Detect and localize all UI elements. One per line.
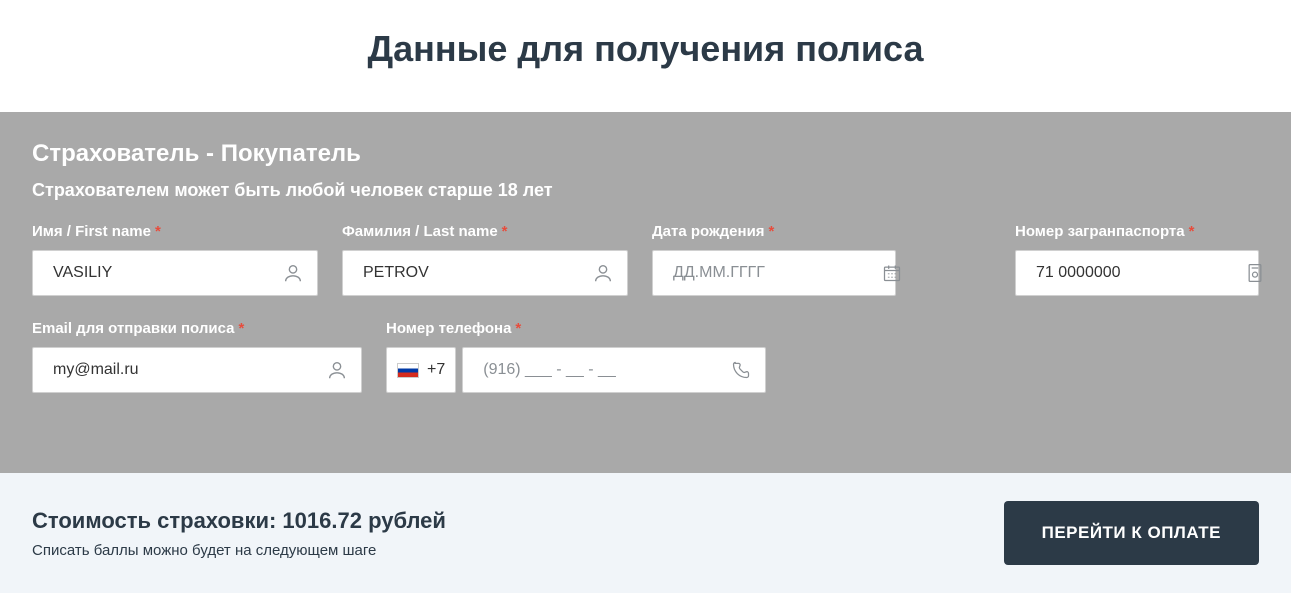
required-asterisk: * (515, 320, 521, 337)
phone-label-text: Номер телефона (386, 320, 511, 337)
passport-field-group: Номер загранпаспорта* (1015, 223, 1259, 296)
birth-date-label-text: Дата рождения (652, 223, 765, 240)
birth-date-input[interactable] (673, 251, 880, 295)
phone-input[interactable] (483, 348, 729, 392)
required-asterisk: * (502, 223, 508, 240)
email-label-text: Email для отправки полиса (32, 320, 234, 337)
phone-prefix-text: +7 (427, 361, 445, 379)
birth-date-input-wrap[interactable] (652, 250, 896, 296)
passport-input[interactable] (1036, 251, 1243, 295)
first-name-label: Имя / First name* (32, 223, 318, 240)
passport-label-text: Номер загранпаспорта (1015, 223, 1185, 240)
first-name-input[interactable] (53, 251, 281, 295)
email-field-group: Email для отправки полиса* (32, 320, 362, 393)
required-asterisk: * (238, 320, 244, 337)
price-value: 1016.72 (282, 508, 362, 533)
footer-bar: Стоимость страховки: 1016.72 рублей Спис… (0, 473, 1291, 593)
phone-field-group: Номер телефона* +7 (386, 320, 766, 393)
proceed-to-payment-button[interactable]: ПЕРЕЙТИ К ОПЛАТЕ (1004, 501, 1259, 565)
last-name-input[interactable] (363, 251, 591, 295)
last-name-label-text: Фамилия / Last name (342, 223, 498, 240)
birth-date-field-group: Дата рождения* (652, 223, 896, 296)
last-name-label: Фамилия / Last name* (342, 223, 628, 240)
email-input-wrap[interactable] (32, 347, 362, 393)
insurer-form-section: Страхователь - Покупатель Страхователем … (0, 112, 1291, 473)
last-name-field-group: Фамилия / Last name* (342, 223, 628, 296)
phone-input-wrap[interactable] (462, 347, 766, 393)
first-name-input-wrap[interactable] (32, 250, 318, 296)
birth-date-label: Дата рождения* (652, 223, 896, 240)
person-icon (281, 261, 305, 285)
last-name-input-wrap[interactable] (342, 250, 628, 296)
required-asterisk: * (1189, 223, 1195, 240)
passport-label: Номер загранпаспорта* (1015, 223, 1259, 240)
price-prefix: Стоимость страховки: (32, 508, 282, 533)
flag-ru-icon (397, 363, 419, 378)
page-title: Данные для получения полиса (0, 0, 1291, 112)
email-input[interactable] (53, 348, 325, 392)
price-block: Стоимость страховки: 1016.72 рублей Спис… (32, 508, 446, 559)
calendar-icon (880, 261, 904, 285)
passport-input-wrap[interactable] (1015, 250, 1259, 296)
person-icon (591, 261, 615, 285)
phone-label: Номер телефона* (386, 320, 766, 337)
required-asterisk: * (155, 223, 161, 240)
person-icon (325, 358, 349, 382)
points-note: Списать баллы можно будет на следующем ш… (32, 542, 446, 559)
section-title: Страхователь - Покупатель (32, 140, 1259, 168)
phone-input-group: +7 (386, 347, 766, 393)
email-label: Email для отправки полиса* (32, 320, 362, 337)
price-suffix: рублей (362, 508, 446, 533)
form-row-2: Email для отправки полиса* Номер телефон… (32, 320, 1259, 393)
first-name-field-group: Имя / First name* (32, 223, 318, 296)
first-name-label-text: Имя / First name (32, 223, 151, 240)
section-subtitle: Страхователем может быть любой человек с… (32, 180, 1259, 201)
passport-icon (1243, 261, 1267, 285)
required-asterisk: * (769, 223, 775, 240)
form-row-1: Имя / First name* Фамилия / Last name* (32, 223, 1259, 296)
phone-country-prefix[interactable]: +7 (386, 347, 456, 393)
phone-icon (729, 358, 753, 382)
price-line: Стоимость страховки: 1016.72 рублей (32, 508, 446, 534)
